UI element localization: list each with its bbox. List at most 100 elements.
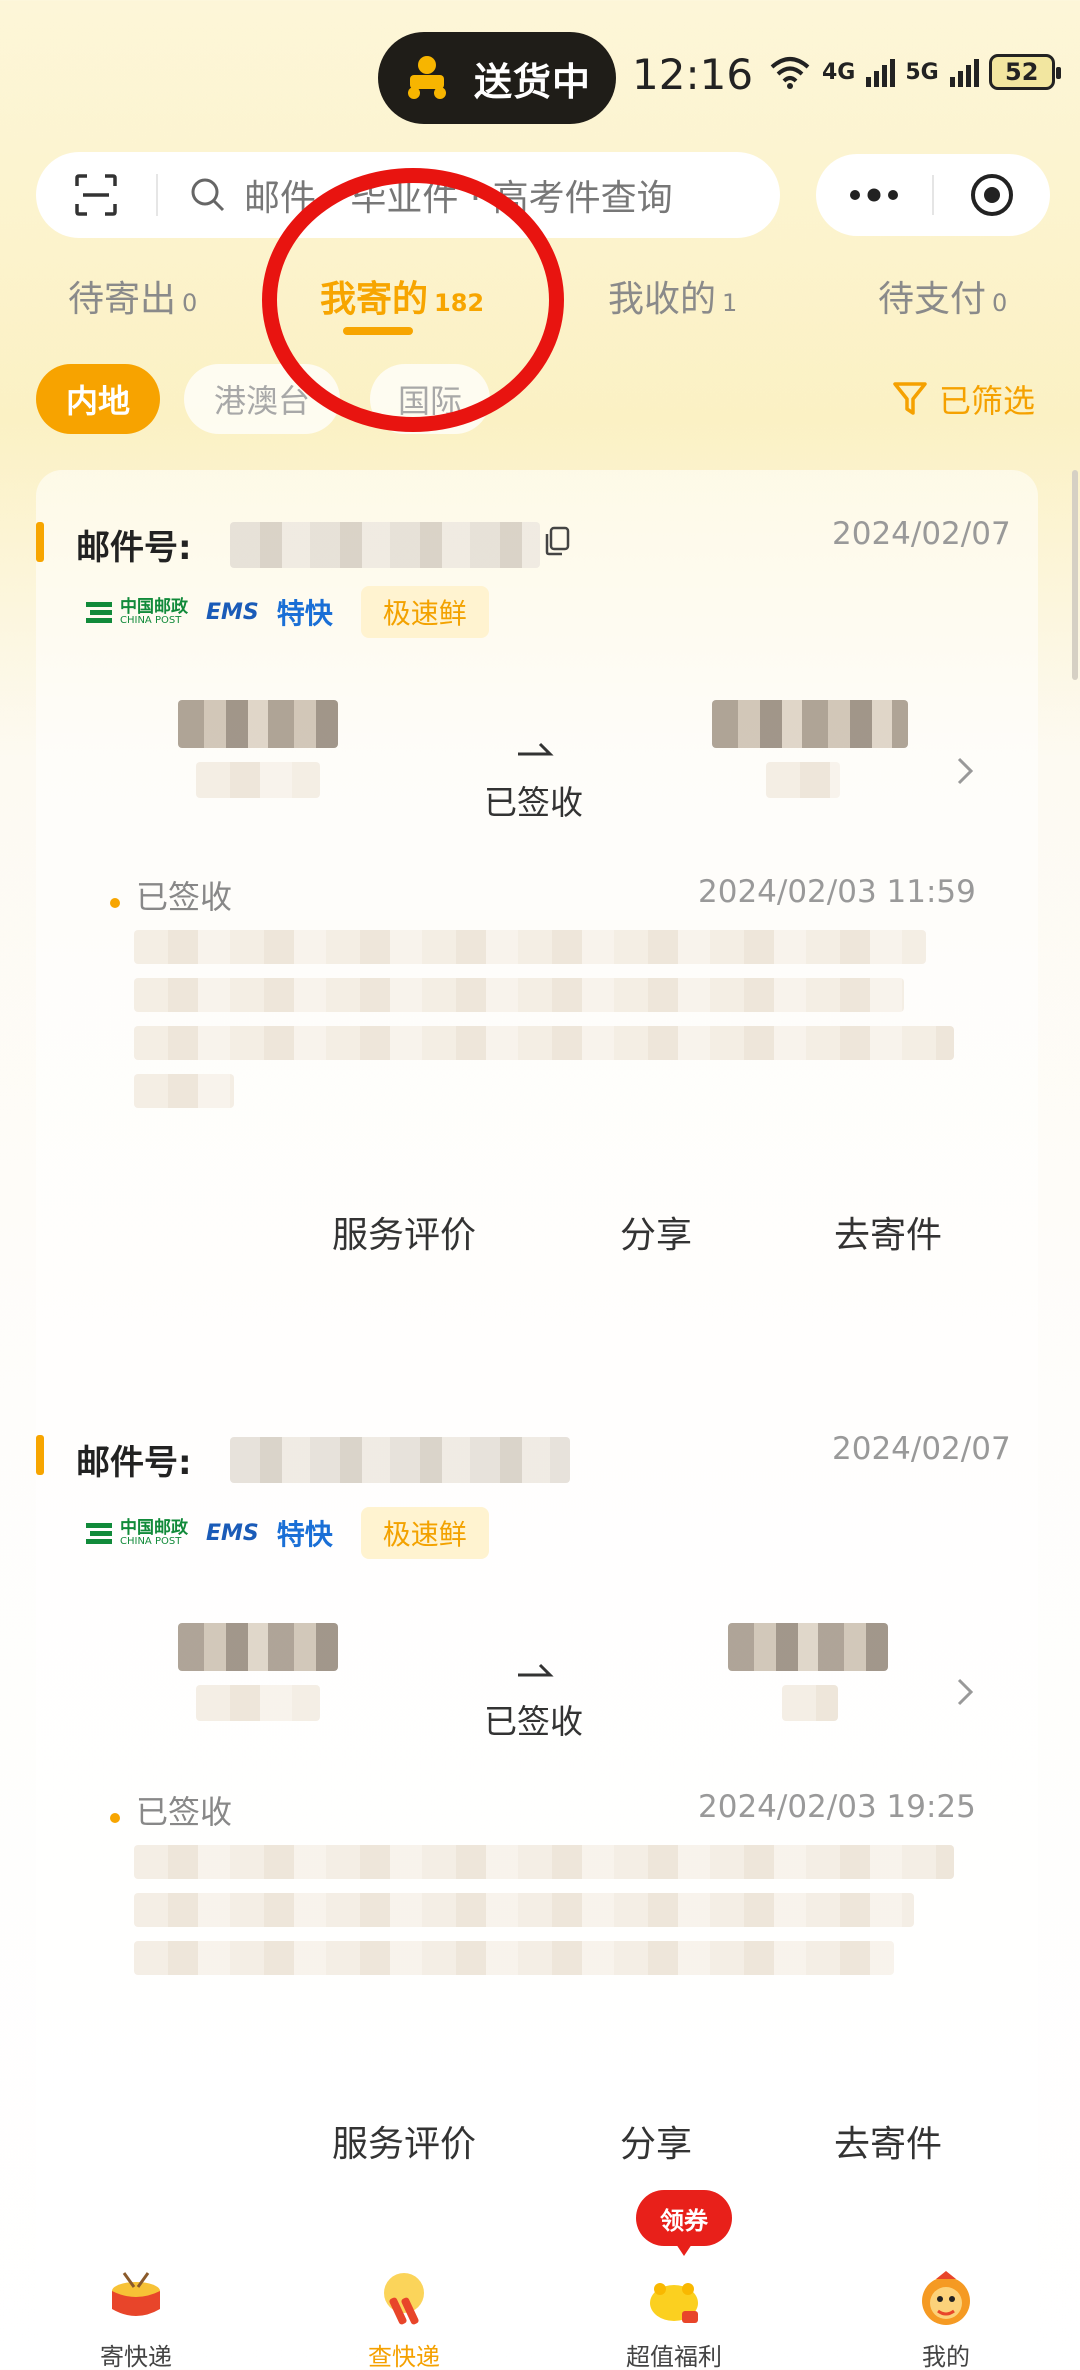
signal-icon — [866, 59, 896, 87]
nav-mine[interactable]: 我的 — [846, 2225, 1046, 2370]
china-post-icon — [86, 602, 112, 623]
nav-track-express[interactable]: 查快递 — [304, 2225, 504, 2370]
network-4g-label: 4G — [822, 59, 856, 85]
close-miniapp-button[interactable] — [934, 154, 1050, 236]
track-status: 已签收 — [136, 878, 233, 916]
shipment-status: 已签收 — [484, 1702, 583, 1741]
dest-city-redacted — [712, 700, 908, 748]
filter-label: 已筛选 — [939, 382, 1036, 420]
chevron-right-icon[interactable] — [956, 1677, 974, 1707]
arrow-icon — [518, 742, 554, 756]
scan-button[interactable] — [36, 174, 156, 216]
mail-number-label: 邮件号: — [76, 528, 192, 568]
search-divider — [156, 174, 158, 216]
tab-label: 我收的 — [608, 279, 717, 320]
shipment-status: 已签收 — [484, 783, 583, 822]
express-label: 特快 — [276, 1518, 333, 1551]
search-icon — [191, 178, 225, 212]
rate-service-button[interactable]: 服务评价 — [332, 2115, 476, 2167]
card-accent-bar — [36, 522, 44, 562]
tab-pending-send[interactable]: 待寄出 0 — [68, 270, 197, 322]
firecracker-icon — [384, 2273, 424, 2325]
carrier-brands: 中国邮政 CHINA POST EMS 特快 极速鲜 — [84, 586, 489, 638]
share-button[interactable]: 分享 — [620, 1206, 692, 1258]
track-status: 已签收 — [136, 1793, 233, 1831]
send-again-button[interactable]: 去寄件 — [834, 1206, 942, 1258]
tag-fresh: 极速鲜 — [360, 1507, 489, 1559]
send-again-button[interactable]: 去寄件 — [834, 2115, 942, 2167]
pill-text: 送货中 — [474, 59, 592, 104]
battery-icon: 52 — [988, 54, 1061, 90]
clock: 12:16 — [632, 50, 754, 99]
arrow-icon — [518, 1663, 554, 1677]
nav-label: 我的 — [922, 2343, 970, 2370]
nav-label: 查快递 — [368, 2343, 440, 2370]
tag-fresh: 极速鲜 — [360, 586, 489, 638]
rate-service-button[interactable]: 服务评价 — [332, 1206, 476, 1258]
track-time: 2024/02/03 19:25 — [698, 1789, 976, 1825]
china-post-icon — [86, 1523, 112, 1544]
drum-icon — [112, 2272, 160, 2316]
courier-icon — [400, 53, 454, 103]
lion-icon — [922, 2271, 970, 2325]
copy-icon[interactable] — [544, 526, 570, 556]
dest-name-redacted — [782, 1685, 838, 1721]
card-date: 2024/02/07 — [832, 516, 1011, 552]
scrollbar[interactable] — [1072, 470, 1078, 680]
bottom-nav: 寄快递 查快递 超值福利 我的 — [0, 2225, 1080, 2370]
more-button[interactable] — [816, 154, 932, 236]
mail-number-redacted — [230, 522, 540, 568]
nav-benefits[interactable]: 超值福利 — [574, 2225, 774, 2370]
tab-count: 1 — [722, 289, 738, 317]
track-detail-redacted-1 — [134, 1845, 954, 1879]
track-detail-redacted-3 — [134, 1941, 894, 1975]
chip-mainland[interactable]: 内地 — [36, 364, 160, 434]
target-icon — [971, 174, 1013, 216]
track-dot — [110, 1813, 120, 1823]
express-label: 特快 — [276, 597, 333, 630]
track-detail-redacted-2 — [134, 1893, 914, 1927]
card-accent-bar — [36, 1435, 44, 1475]
tab-count: 0 — [182, 289, 198, 317]
tab-received[interactable]: 我收的 1 — [608, 270, 737, 322]
origin-name-redacted — [196, 762, 320, 798]
tab-label: 待支付 — [878, 279, 987, 320]
track-detail-redacted-3 — [134, 1026, 954, 1060]
china-post-cn: 中国邮政 — [120, 596, 188, 617]
wifi-icon — [770, 57, 810, 89]
more-icon — [850, 188, 898, 202]
filter-button[interactable]: 已筛选 — [893, 376, 1035, 422]
track-detail-redacted-4 — [134, 1074, 234, 1108]
dest-name-redacted — [766, 762, 840, 798]
signal-icon-2 — [949, 59, 979, 87]
origin-name-redacted — [196, 1685, 320, 1721]
status-icons: 4G 5G 52 — [768, 54, 1061, 90]
origin-city-redacted — [178, 1623, 338, 1671]
gift-icon — [650, 2283, 698, 2323]
china-post-en: CHINA POST — [120, 1535, 182, 1547]
tab-label: 待寄出 — [68, 279, 177, 320]
share-button[interactable]: 分享 — [620, 2115, 692, 2167]
carrier-brands: 中国邮政 CHINA POST EMS 特快 极速鲜 — [84, 1507, 489, 1559]
filter-icon — [893, 382, 927, 415]
tab-pending-pay[interactable]: 待支付 0 — [878, 270, 1007, 322]
dest-city-redacted — [728, 1623, 888, 1671]
nav-label: 超值福利 — [626, 2343, 722, 2370]
china-post-en: CHINA POST — [120, 614, 182, 626]
mail-number-label: 邮件号: — [76, 1443, 192, 1483]
track-time: 2024/02/03 11:59 — [698, 874, 976, 910]
delivery-status-pill[interactable]: 送货中 — [378, 32, 616, 124]
nav-send-express[interactable]: 寄快递 — [36, 2225, 236, 2370]
china-post-cn: 中国邮政 — [120, 1517, 188, 1538]
track-detail-redacted-2 — [134, 978, 904, 1012]
mail-number-redacted — [230, 1437, 570, 1483]
battery-level: 52 — [1005, 58, 1039, 86]
track-dot — [110, 898, 120, 908]
chevron-right-icon[interactable] — [956, 756, 974, 786]
miniapp-capsule — [816, 154, 1050, 236]
ems-logo: EMS — [206, 599, 259, 625]
tab-count: 0 — [992, 289, 1008, 317]
network-5g-label: 5G — [905, 59, 939, 85]
track-detail-redacted-1 — [134, 930, 926, 964]
china-post-logo: 中国邮政 CHINA POST — [84, 1519, 188, 1547]
